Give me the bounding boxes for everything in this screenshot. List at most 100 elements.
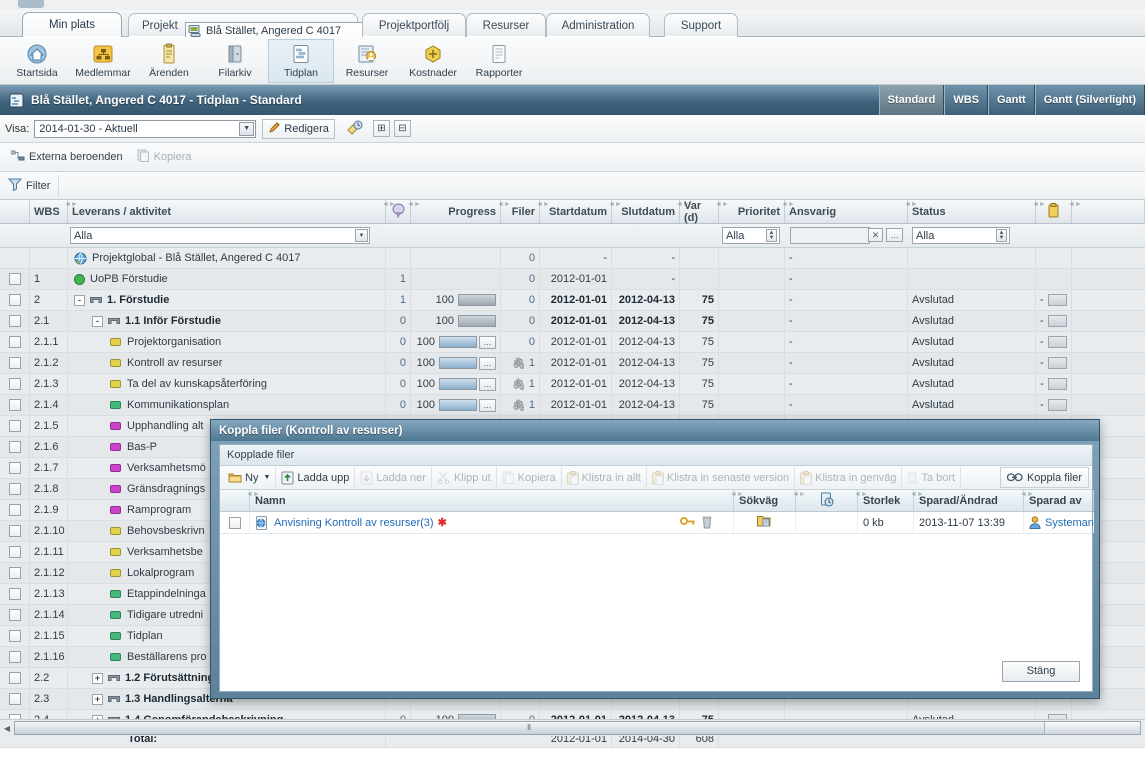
row-checkbox[interactable] [8, 567, 21, 579]
column-resize-handle[interactable]: ◄► [608, 201, 622, 209]
row-checkbox[interactable] [8, 630, 21, 642]
row-expander[interactable]: + [92, 672, 103, 684]
grid-col-header-name[interactable]: Leverans / aktivitet [68, 200, 386, 223]
view-tab-gantt[interactable]: Gantt [987, 85, 1035, 115]
ansvarig-filter-input[interactable] [790, 227, 870, 244]
column-resize-handle[interactable]: ◄► [382, 201, 396, 209]
tab-resurser[interactable]: Resurser [466, 13, 546, 37]
grid-col-header-slutdatum[interactable]: Slutdatum [612, 200, 680, 223]
row-checkbox[interactable] [8, 588, 21, 600]
column-resize-handle[interactable]: ◄► [407, 201, 421, 209]
externa-beroenden-button[interactable]: Externa beroenden [4, 147, 130, 167]
grid-col-header-prioritet[interactable]: Prioritet [719, 200, 785, 223]
view-tab-wbs[interactable]: WBS [944, 85, 988, 115]
row-checkbox[interactable] [8, 420, 21, 432]
grid-row[interactable]: Projektglobal - Blå Stället, Angered C 4… [0, 248, 1145, 269]
koppla-filer-button[interactable]: Koppla filer [999, 467, 1089, 488]
grid-col-header-check[interactable] [0, 200, 30, 223]
folder-link-icon[interactable] [757, 514, 772, 531]
kopiera-button[interactable]: Kopiera [130, 147, 199, 167]
column-resize-handle[interactable]: ◄► [676, 201, 690, 209]
grid-row[interactable]: 2.1.2 Kontroll av resurser 0 100... 🖇 1 2012-0… [0, 353, 1145, 374]
dialog-col-header-sparadav[interactable]: Sparad av [1024, 490, 1094, 511]
chevron-down-icon[interactable]: ▼ [355, 229, 368, 242]
chevron-updown-icon[interactable]: ▲▼ [996, 229, 1007, 242]
prioritet-filter-select[interactable]: Alla ▲ ▼ [722, 227, 780, 244]
scrollbar-track[interactable]: ⦀ [14, 721, 1141, 735]
status-filter-select[interactable]: Alla ▲ ▼ [912, 227, 1010, 244]
dialog-column-resize-handle[interactable]: ◄► [854, 491, 868, 499]
stang-button[interactable]: Stäng [1002, 660, 1080, 682]
row-checkbox[interactable] [8, 294, 21, 306]
row-checkbox[interactable] [8, 336, 21, 348]
module-resurser[interactable]: Resurser [334, 39, 400, 83]
module-tidplan[interactable]: Tidplan [268, 39, 334, 83]
row-expander[interactable]: - [74, 294, 85, 306]
chevron-down-icon[interactable]: ▼ [263, 474, 270, 481]
dialog-row-file-name[interactable]: Anvisning Kontroll av resurser(3) [274, 517, 434, 529]
grid-row[interactable]: 2.1.4 Kommunikationsplan 0 100... 🖇 1 2012-01-… [0, 395, 1145, 416]
row-expander[interactable]: - [92, 315, 103, 327]
column-resize-handle[interactable]: ◄► [715, 201, 729, 209]
dialog-col-header-sparad[interactable]: Sparad/Ändrad [914, 490, 1024, 511]
row-progress-more-button[interactable]: ... [479, 335, 496, 349]
row-checkbox[interactable] [8, 672, 21, 684]
dialog-column-resize-handle[interactable]: ◄► [246, 491, 260, 499]
filter-button[interactable]: Filter [6, 174, 60, 197]
grid-row[interactable]: 1 UoPB Förstudie 1 0 2012-01-01 - - [0, 269, 1145, 290]
dialog-row-checkbox[interactable] [228, 516, 241, 529]
row-checkbox[interactable] [8, 504, 21, 516]
row-checkbox[interactable] [8, 693, 21, 705]
expand-all-button[interactable]: ⊞ [372, 120, 390, 137]
module-kostnader[interactable]: Kostnader [400, 39, 466, 83]
row-checkbox[interactable] [8, 609, 21, 621]
row-checkbox[interactable] [8, 273, 21, 285]
row-checkbox[interactable] [8, 357, 21, 369]
ansvarig-browse-button[interactable]: ... [886, 228, 903, 242]
collapse-all-button[interactable]: ⊟ [393, 120, 411, 137]
scroll-left-arrow[interactable]: ◀ [0, 724, 14, 733]
column-resize-handle[interactable]: ◄► [536, 201, 550, 209]
dialog-file-row[interactable]: Anvisning Kontroll av resurser(3) ✱ 0 kb 20… [220, 512, 1094, 534]
visa-select[interactable]: 2014-01-30 - Aktuell ▼ [34, 119, 257, 138]
module-rapporter[interactable]: Rapporter [466, 39, 532, 83]
column-resize-handle[interactable]: ◄► [781, 201, 795, 209]
tab-min-plats[interactable]: Min plats [22, 12, 122, 37]
row-progress-more-button[interactable]: ... [479, 398, 496, 412]
row-checkbox[interactable] [8, 462, 21, 474]
view-tab-standard[interactable]: Standard [878, 85, 945, 115]
column-resize-handle[interactable]: ◄► [1032, 201, 1046, 209]
tab-projekt[interactable]: Projekt Blå Stället, Angered C 4017 ▲▼ [128, 13, 377, 39]
dialog-column-resize-handle[interactable]: ◄► [910, 491, 924, 499]
dialog-column-resize-handle[interactable]: ◄► [792, 491, 806, 499]
grid-row[interactable]: 2.1 - 1.1 Inför Förstudie 0 100 0 2012-01-01 20… [0, 311, 1145, 332]
grid-col-header-startdatum[interactable]: Startdatum [540, 200, 612, 223]
grid-col-header-ansvarig[interactable]: Ansvarig [785, 200, 908, 223]
scrollbar-thumb[interactable]: ⦀ [15, 722, 1045, 734]
dialog-column-resize-handle[interactable]: ◄► [730, 491, 744, 499]
tab-support[interactable]: Support [664, 13, 738, 37]
column-resize-handle[interactable]: ◄► [1068, 201, 1082, 209]
column-resize-handle[interactable]: ◄► [64, 201, 78, 209]
grid-col-header-wbs[interactable]: WBS [30, 200, 68, 223]
row-checkbox[interactable] [8, 315, 21, 327]
tab-administration[interactable]: Administration [546, 13, 650, 37]
chevron-updown-icon[interactable]: ▲▼ [766, 229, 777, 242]
redigera-button[interactable]: Redigera [262, 118, 335, 139]
row-progress-more-button[interactable]: ... [479, 377, 496, 391]
chevron-down-icon[interactable]: ▼ [239, 121, 255, 136]
grid-col-header-status[interactable]: Status [908, 200, 1036, 223]
module-filarkiv[interactable]: Filarkiv [202, 39, 268, 83]
module-startsida[interactable]: Startsida [4, 39, 70, 83]
ansvarig-clear-button[interactable]: ✕ [868, 228, 883, 242]
tab-projektportfolj[interactable]: Projektportfölj [362, 13, 466, 37]
row-checkbox[interactable] [8, 651, 21, 663]
module-medlemmar[interactable]: Medlemmar [70, 39, 136, 83]
horizontal-scrollbar[interactable]: ◀ ⦀ [0, 719, 1145, 736]
grid-col-header-progress[interactable]: Progress [411, 200, 501, 223]
module-arenden[interactable]: Ärenden [136, 39, 202, 83]
grid-row[interactable]: 2.1.3 Ta del av kunskapsåterföring 0 100...… [0, 374, 1145, 395]
row-checkbox[interactable] [8, 441, 21, 453]
dialog-col-header-namn[interactable]: Namn [250, 490, 734, 511]
grid-col-header-tail[interactable] [1072, 200, 1145, 223]
